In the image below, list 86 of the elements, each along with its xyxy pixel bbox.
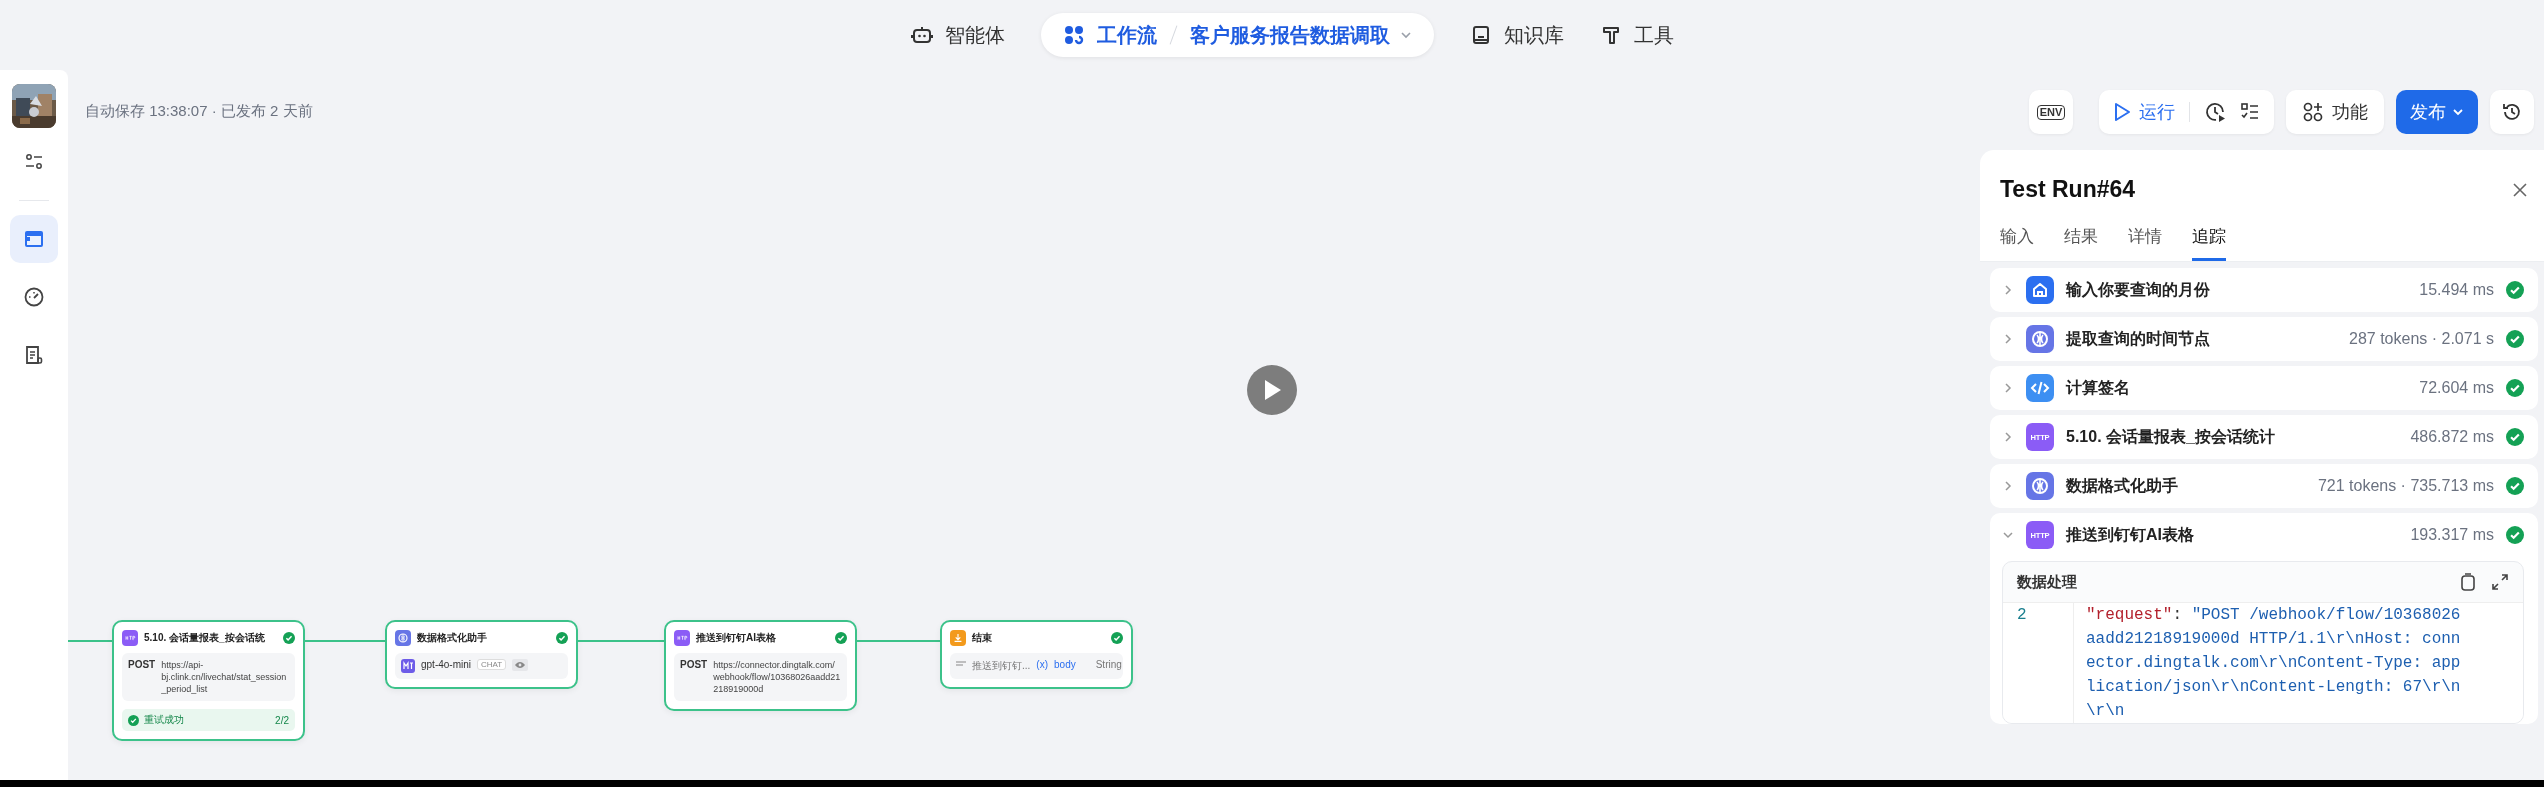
nav-tab[interactable]: 智能体	[910, 15, 1005, 55]
chevron-icon[interactable]	[2002, 284, 2014, 296]
line-number: 2	[2016, 605, 2028, 626]
caret-icon	[2452, 106, 2464, 118]
nav-tab[interactable]: 知识库	[1469, 15, 1564, 55]
node-title: 推送到钉钉AI表格	[696, 631, 777, 645]
list-icon	[956, 659, 966, 669]
nav-tab[interactable]: 工作流	[1062, 15, 1157, 55]
node-name: 输入你要查询的月份	[2066, 279, 2211, 300]
eye-icon	[512, 659, 529, 671]
flow-node[interactable]: 结束 推送到钉钉... (x) body String	[940, 620, 1133, 689]
run-button[interactable]: 运行	[2113, 100, 2175, 124]
chevron-icon[interactable]	[2002, 529, 2014, 541]
retry-text: 重试成功	[144, 713, 185, 727]
feature-button[interactable]: 功能	[2286, 90, 2384, 134]
close-button[interactable]	[2512, 181, 2528, 198]
node-name: 5.10. 会话量报表_按会话统计	[2066, 426, 2276, 447]
workflow-icon	[1062, 24, 1085, 46]
metric-text: 287 tokens · 2.071 s	[2349, 330, 2494, 348]
feature-icon	[2302, 101, 2324, 123]
flow-node[interactable]: 5.10. 会话量报表_按会话统 POST https://api-bj.clink.cn/livechat/stat_session_period_list 重试成功 2/2	[112, 620, 305, 741]
home-icon	[2026, 276, 2054, 304]
copy-icon[interactable]	[2459, 572, 2477, 592]
flow-node[interactable]: 推送到钉钉AI表格 POST https://connector.dingtalk.com/webhook/flow/10368026aadd21218919000d	[664, 620, 857, 711]
node-title: 5.10. 会话量报表_按会话统	[144, 631, 266, 645]
panel-tab[interactable]: 输入	[2000, 221, 2034, 261]
check-icon	[128, 714, 139, 726]
panel-tab[interactable]: 详情	[2128, 221, 2162, 261]
metric-text: 486.872 ms	[2410, 428, 2494, 446]
metric-text: 193.317 ms	[2410, 526, 2494, 544]
nav-tab[interactable]: 工具	[1599, 15, 1674, 55]
http-icon	[674, 630, 690, 646]
publish-button[interactable]: 发布	[2396, 90, 2478, 134]
env-button[interactable]: ENV	[2029, 90, 2073, 134]
node-name: 计算签名	[2066, 377, 2131, 398]
node-title: 数据格式化助手	[417, 631, 488, 645]
node-name: 提取查询的时间节点	[2066, 328, 2211, 349]
model-name: gpt-4o-mini	[421, 659, 472, 670]
http-icon	[122, 630, 138, 646]
code-text: "request": "POST /webhook/flow/10368026aadd21218919000d HTTP/1.1\r\nHost: connector.dingtalk.com\r\nContent-Type: application/json\r\nContent-Length: 67\r\n\r\n	[2073, 603, 2523, 723]
node-title: 结束	[972, 631, 993, 645]
retry-count: 2/2	[275, 714, 289, 726]
chevron-icon[interactable]	[2002, 431, 2014, 443]
caret-icon	[1399, 29, 1412, 41]
flow-node[interactable]: 数据格式化助手 gpt-4o-mini CHAT	[385, 620, 578, 689]
play-button[interactable]	[1247, 365, 1297, 415]
chevron-icon[interactable]	[2002, 333, 2014, 345]
gauge-icon	[23, 286, 45, 308]
document-icon	[23, 344, 45, 366]
type-text: String	[1095, 659, 1122, 670]
download-icon	[950, 630, 966, 646]
code-icon	[2026, 374, 2054, 402]
chevron-icon[interactable]	[2002, 480, 2014, 492]
url-text: https://connector.dingtalk.com/webhook/flow/10368026aadd21218919000d	[713, 659, 841, 695]
settings-icon	[24, 152, 44, 172]
code-title: 数据处理	[2017, 572, 2078, 592]
metric-text: 15.494 ms	[2419, 281, 2494, 299]
panel-title: Test Run#64	[2000, 176, 2136, 203]
play-icon	[1262, 379, 1282, 401]
history-button[interactable]	[2490, 90, 2534, 134]
window-icon	[23, 228, 45, 250]
source-text: 推送到钉钉...	[972, 659, 1031, 673]
close-icon	[2512, 181, 2528, 198]
breadcrumb-dropdown[interactable]: 客户服务报告数据调取	[1189, 21, 1412, 49]
method-label: POST	[128, 659, 156, 670]
history-icon	[2501, 101, 2523, 123]
sidebar-button[interactable]	[10, 215, 58, 263]
save-status: 自动保存 13:38:07 · 已发布 2 天前	[85, 102, 313, 121]
mode-tag: CHAT	[477, 659, 507, 670]
model-icon	[401, 659, 415, 673]
play-icon	[2113, 102, 2131, 122]
connector-line	[68, 640, 112, 642]
variable-name: body	[1054, 659, 1076, 670]
url-text: https://api-bj.clink.cn/livechat/stat_session_period_list	[161, 659, 288, 695]
schedule-icon[interactable]	[2204, 101, 2226, 123]
metric-text: 72.604 ms	[2419, 379, 2494, 397]
chevron-icon[interactable]	[2002, 382, 2014, 394]
method-label: POST	[680, 659, 708, 670]
robot-icon	[910, 24, 933, 46]
node-name: 推送到钉钉AI表格	[2066, 524, 2195, 545]
checklist-icon[interactable]	[2240, 102, 2260, 122]
expand-icon[interactable]	[2491, 573, 2509, 591]
panel-tab[interactable]: 结果	[2064, 221, 2098, 261]
metric-text: 721 tokens · 735.713 ms	[2317, 477, 2494, 495]
variable-marker: (x)	[1036, 659, 1048, 670]
node-name: 数据格式化助手	[2066, 475, 2179, 496]
